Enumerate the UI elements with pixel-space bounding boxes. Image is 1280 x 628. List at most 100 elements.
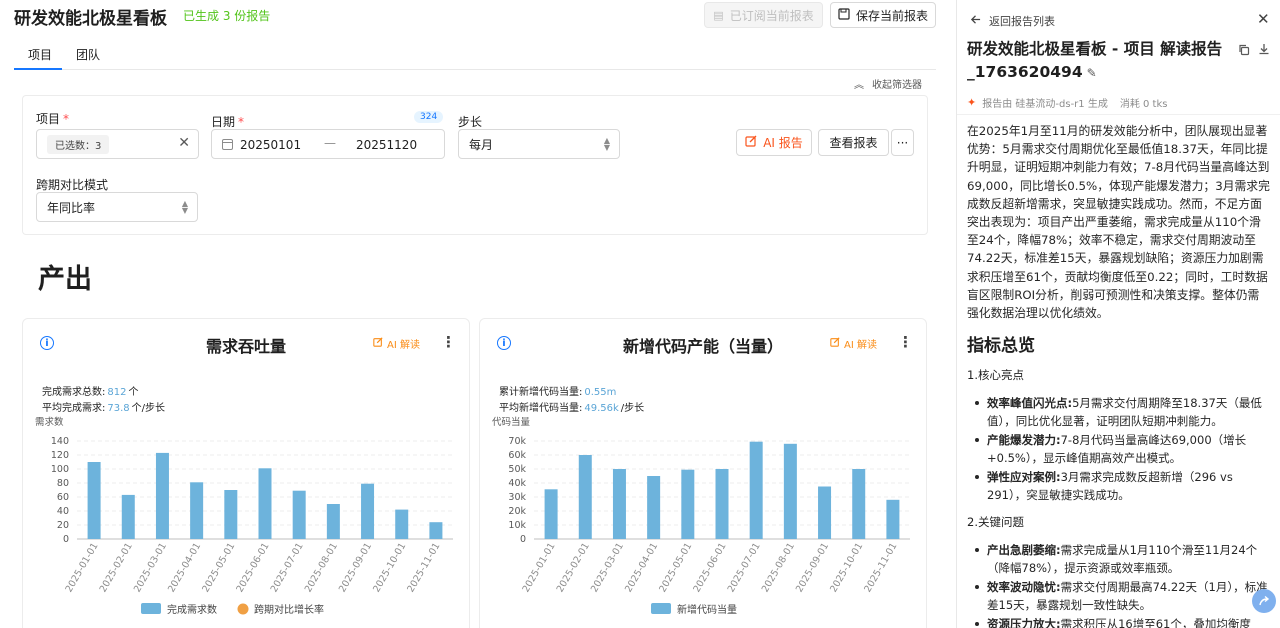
x-tick-label: 2025-08-01 xyxy=(303,541,340,594)
x-tick-label: 2025-03-01 xyxy=(132,541,169,594)
y-tick-label: 80 xyxy=(57,478,69,489)
x-tick-label: 2025-10-01 xyxy=(828,541,865,594)
y-tick-label: 140 xyxy=(51,436,69,447)
x-tick-label: 2025-01-01 xyxy=(64,541,101,594)
step-select[interactable]: 每月 ▲ ▼ xyxy=(458,129,620,159)
x-tick-label: 2025-02-01 xyxy=(555,541,592,594)
more-options-button[interactable]: ··· xyxy=(891,129,914,156)
bar[interactable] xyxy=(681,469,695,539)
bar[interactable] xyxy=(749,441,763,539)
legend-label[interactable]: 新增代码当量 xyxy=(677,603,737,616)
x-tick-label: 2025-10-01 xyxy=(371,541,408,594)
divider xyxy=(957,114,1280,115)
compare-mode-label: 跨期对比模式 xyxy=(36,178,109,192)
ai-interpret-button[interactable]: AI 解读 xyxy=(830,336,877,351)
save-report-button[interactable]: 保存当前报表 xyxy=(830,2,936,28)
x-tick-label: 2025-06-01 xyxy=(691,541,728,594)
report-panel: 返回报告列表 ✕ 研发效能北极星看板 - 项目 解读报告 _1763620494… xyxy=(956,0,1280,628)
stat-average: 平均新增代码当量: 49.56k/步长 xyxy=(499,403,645,414)
x-tick-label: 2025-09-01 xyxy=(337,541,374,594)
calendar-icon xyxy=(222,139,233,150)
view-report-button[interactable]: 查看报表 xyxy=(818,129,889,156)
bar[interactable] xyxy=(578,455,592,539)
collapse-filters-toggle[interactable]: ︽ 收起筛选器 xyxy=(854,76,922,91)
bar[interactable] xyxy=(190,482,204,539)
compare-mode-value: 年同比率 xyxy=(47,200,96,215)
active-tab-indicator xyxy=(14,68,62,70)
x-tick-label: 2025-11-01 xyxy=(862,541,899,594)
y-tick-label: 100 xyxy=(51,464,69,475)
updown-icon: ▲ ▼ xyxy=(181,199,188,215)
legend-swatch[interactable] xyxy=(141,603,161,614)
list-item: 资源压力放大:需求积压从16增至61个，叠加均衡度 xyxy=(975,615,1273,628)
tab-team[interactable]: 团队 xyxy=(76,46,100,63)
bar[interactable] xyxy=(224,490,238,539)
save-icon xyxy=(838,7,850,23)
bar[interactable] xyxy=(326,504,340,539)
project-select[interactable]: 已选数：3 ✕ xyxy=(36,129,199,159)
updown-icon: ▲ ▼ xyxy=(603,136,610,152)
close-icon[interactable]: ✕ xyxy=(1257,10,1270,28)
list-item: 产出急剧萎缩:需求完成量从1月110个滑至11月24个（降幅78%），提示资源或… xyxy=(975,541,1273,577)
y-tick-label: 40k xyxy=(508,478,526,489)
list-item: 效率波动隐忧:需求交付周期最高74.22天（1月），标准差15天，暴露规划一致性… xyxy=(975,578,1273,614)
stat-average: 平均完成需求: 73.8 个/步长 xyxy=(42,403,166,414)
bar[interactable] xyxy=(647,476,661,539)
copy-icon[interactable] xyxy=(1238,44,1250,59)
download-icon[interactable] xyxy=(1258,43,1270,58)
bar[interactable] xyxy=(818,486,832,540)
filter-panel: 项目 * 已选数：3 ✕ 日期 * 324 20250101 — 20251120 … xyxy=(22,95,928,235)
subscribed-button-label: 已订阅当前报表 xyxy=(729,8,814,23)
page-title: 研发效能北极星看板 xyxy=(14,9,167,29)
sparkle-icon: ✦ xyxy=(967,96,977,109)
subscribed-button[interactable]: ▤ 已订阅当前报表 xyxy=(704,2,823,28)
bar[interactable] xyxy=(292,490,306,539)
bar[interactable] xyxy=(544,489,558,539)
ai-interpret-button[interactable]: AI 解读 xyxy=(373,336,420,351)
legend-label[interactable]: 完成需求数 xyxy=(167,603,217,616)
collapse-filters-label: 收起筛选器 xyxy=(872,80,922,91)
x-tick-label: 2025-09-01 xyxy=(794,541,831,594)
report-summary: 在2025年1月至11月的研发效能分析中，团队展现出显著优势：5月需求交付周期优… xyxy=(967,124,1270,321)
x-tick-label: 2025-07-01 xyxy=(726,541,763,594)
code-bar-chart: 代码当量010k20k30k40k50k60k70k2025-01-012025… xyxy=(492,416,910,616)
legend-swatch[interactable] xyxy=(237,603,249,615)
tab-project[interactable]: 项目 xyxy=(28,46,52,63)
bar[interactable] xyxy=(395,509,409,539)
section-title: 产出 xyxy=(38,264,92,295)
bar[interactable] xyxy=(852,469,866,539)
legend-label[interactable]: 跨期对比增长率 xyxy=(254,603,324,616)
step-value: 每月 xyxy=(469,137,494,152)
x-tick-label: 2025-03-01 xyxy=(589,541,626,594)
date-end[interactable]: 20251120 xyxy=(356,138,417,152)
back-to-list-link[interactable]: 返回报告列表 xyxy=(970,13,1055,29)
issues-heading: 2.关键问题 xyxy=(967,515,1024,529)
date-count-badge: 324 xyxy=(414,111,444,123)
date-range-picker[interactable]: 20250101 — 20251120 xyxy=(211,129,445,159)
bar[interactable] xyxy=(87,462,101,539)
compare-mode-select[interactable]: 年同比率 ▲ ▼ xyxy=(36,192,198,222)
legend-swatch[interactable] xyxy=(651,603,671,614)
bar[interactable] xyxy=(258,468,272,539)
bar[interactable] xyxy=(612,469,626,539)
bar[interactable] xyxy=(886,499,900,539)
clear-icon[interactable]: ✕ xyxy=(178,135,190,151)
bar[interactable] xyxy=(361,483,375,539)
ai-report-label: AI 报告 xyxy=(763,136,803,150)
chevron-up-icon: ︽ xyxy=(854,80,864,91)
bar[interactable] xyxy=(155,452,169,539)
share-fab-button[interactable] xyxy=(1252,589,1276,613)
generated-count[interactable]: 已生成 3 份报告 xyxy=(183,7,270,24)
kebab-menu-icon[interactable]: ⋮ xyxy=(441,333,456,351)
x-tick-label: 2025-07-01 xyxy=(269,541,306,594)
bar[interactable] xyxy=(121,494,135,539)
bar[interactable] xyxy=(715,469,729,539)
kebab-menu-icon[interactable]: ⋮ xyxy=(898,333,913,351)
date-start[interactable]: 20250101 xyxy=(240,138,301,152)
ai-report-button[interactable]: AI 报告 xyxy=(736,129,812,156)
bar[interactable] xyxy=(783,443,797,539)
edit-title-icon[interactable]: ✎ xyxy=(1087,66,1097,80)
bar[interactable] xyxy=(429,522,443,539)
x-tick-label: 2025-02-01 xyxy=(98,541,135,594)
edit-icon xyxy=(373,337,383,350)
